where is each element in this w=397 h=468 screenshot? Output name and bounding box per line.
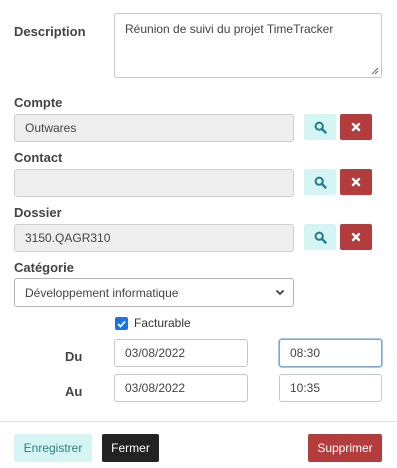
contact-search-button[interactable] bbox=[304, 169, 336, 195]
au-date-value: 03/08/2022 bbox=[125, 381, 186, 395]
du-label: Du bbox=[65, 349, 83, 364]
dossier-search-button[interactable] bbox=[304, 224, 336, 250]
contact-field[interactable] bbox=[14, 169, 294, 197]
close-icon bbox=[351, 177, 361, 187]
du-time-value: 08:30 bbox=[290, 346, 321, 360]
contact-label: Contact bbox=[14, 150, 63, 165]
compte-search-button[interactable] bbox=[304, 114, 336, 140]
categorie-selected: Développement informatique bbox=[25, 285, 179, 300]
du-time-input[interactable]: 08:30 bbox=[279, 339, 382, 367]
compte-value: Outwares bbox=[25, 121, 77, 135]
facturable-label: Facturable bbox=[134, 316, 191, 330]
close-icon bbox=[351, 232, 361, 242]
description-label: Description bbox=[14, 24, 86, 39]
compte-label: Compte bbox=[14, 95, 63, 110]
dossier-label: Dossier bbox=[14, 205, 62, 220]
au-time-input[interactable]: 10:35 bbox=[279, 374, 382, 402]
au-date-input[interactable]: 03/08/2022 bbox=[114, 374, 248, 402]
close-button[interactable]: Fermer bbox=[102, 434, 159, 462]
description-value: Réunion de suivi du projet TimeTracker bbox=[125, 22, 334, 36]
dossier-field[interactable]: 3150.QAGR310 bbox=[14, 224, 294, 252]
description-textarea[interactable]: Réunion de suivi du projet TimeTracker bbox=[114, 13, 382, 78]
check-icon bbox=[117, 320, 126, 328]
dossier-value: 3150.QAGR310 bbox=[25, 231, 111, 245]
chevron-down-icon bbox=[275, 289, 285, 296]
facturable-checkbox[interactable] bbox=[115, 317, 128, 330]
footer-divider bbox=[0, 421, 397, 422]
compte-field[interactable]: Outwares bbox=[14, 114, 294, 142]
contact-clear-button[interactable] bbox=[340, 169, 372, 195]
search-icon bbox=[314, 121, 327, 134]
categorie-select[interactable]: Développement informatique bbox=[14, 278, 294, 307]
categorie-label: Catégorie bbox=[14, 260, 74, 275]
resize-grip-icon[interactable] bbox=[371, 67, 379, 75]
delete-button[interactable]: Supprimer bbox=[308, 434, 382, 462]
au-label: Au bbox=[65, 384, 83, 399]
close-icon bbox=[351, 122, 361, 132]
save-button[interactable]: Enregistrer bbox=[14, 434, 92, 462]
search-icon bbox=[314, 176, 327, 189]
dossier-clear-button[interactable] bbox=[340, 224, 372, 250]
du-date-input[interactable]: 03/08/2022 bbox=[114, 339, 248, 367]
au-time-value: 10:35 bbox=[290, 381, 321, 395]
du-date-value: 03/08/2022 bbox=[125, 346, 186, 360]
search-icon bbox=[314, 231, 327, 244]
compte-clear-button[interactable] bbox=[340, 114, 372, 140]
